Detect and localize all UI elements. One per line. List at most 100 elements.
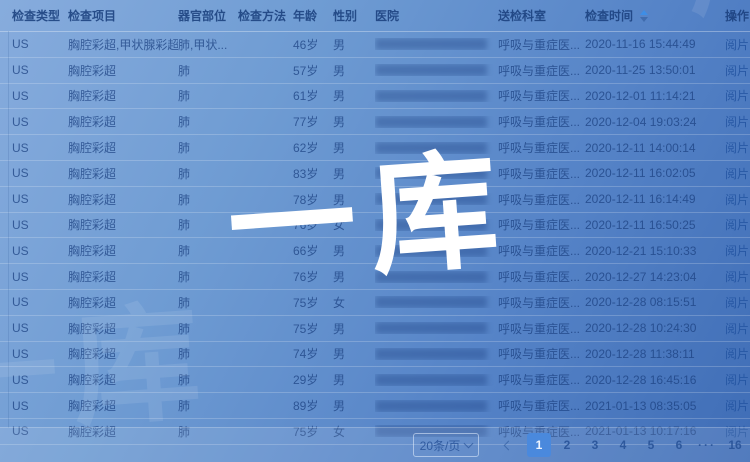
- view-film-link[interactable]: 阅片: [725, 38, 749, 52]
- cell-age: 89岁: [293, 397, 333, 414]
- cell-dept: 呼吸与重症医...: [498, 87, 585, 104]
- cell-sex: 男: [333, 345, 375, 362]
- cell-hospital: [375, 374, 498, 386]
- cell-item: 胸腔彩超: [68, 87, 178, 104]
- hospital-redacted: [375, 64, 487, 76]
- page-button-6[interactable]: 6: [667, 433, 691, 457]
- cell-dept: 呼吸与重症医...: [498, 62, 585, 79]
- cell-sex: 男: [333, 165, 375, 182]
- view-film-link[interactable]: 阅片: [725, 115, 749, 129]
- cell-hospital: [375, 219, 498, 231]
- cell-item: 胸腔彩超: [68, 165, 178, 182]
- cell-age: 66岁: [293, 242, 333, 259]
- prev-page-button[interactable]: [501, 433, 515, 457]
- fixed-column-divider: [8, 31, 9, 428]
- view-film-link[interactable]: 阅片: [725, 399, 749, 413]
- cell-sex: 男: [333, 191, 375, 208]
- view-film-link[interactable]: 阅片: [725, 270, 749, 284]
- cell-type: US: [12, 347, 68, 361]
- page-size-label: 20条/页: [420, 437, 461, 454]
- view-film-link[interactable]: 阅片: [725, 193, 749, 207]
- cell-part: 肺: [178, 113, 238, 130]
- view-film-link[interactable]: 阅片: [725, 141, 749, 155]
- cell-type: US: [12, 321, 68, 335]
- view-film-link[interactable]: 阅片: [725, 218, 749, 232]
- cell-action: 阅片: [725, 320, 750, 337]
- page-button-2[interactable]: 2: [555, 433, 579, 457]
- hospital-redacted: [375, 400, 487, 412]
- cell-part: 肺: [178, 191, 238, 208]
- table-body: US胸腔彩超,甲状腺彩超肺,甲状...46岁男呼吸与重症医...2020-11-…: [0, 32, 750, 445]
- cell-action: 阅片: [725, 62, 750, 79]
- chevron-left-icon: [503, 440, 513, 450]
- col-header-label: 检查类型: [12, 7, 60, 24]
- page-button-1[interactable]: 1: [527, 433, 551, 457]
- cell-dept: 呼吸与重症医...: [498, 320, 585, 337]
- cell-type: US: [12, 244, 68, 258]
- cell-item: 胸腔彩超: [68, 371, 178, 388]
- cell-age: 75岁: [293, 294, 333, 311]
- cell-time: 2020-12-28 10:24:30: [585, 321, 725, 335]
- cell-time: 2020-12-11 16:50:25: [585, 218, 725, 232]
- view-film-link[interactable]: 阅片: [725, 167, 749, 181]
- cell-dept: 呼吸与重症医...: [498, 242, 585, 259]
- col-header-part: 器官部位: [178, 7, 238, 24]
- page-button-5[interactable]: 5: [639, 433, 663, 457]
- cell-action: 阅片: [725, 397, 750, 414]
- col-header-label: 操作: [725, 7, 749, 24]
- cell-time: 2020-12-11 16:14:49: [585, 192, 725, 206]
- cell-hospital: [375, 90, 498, 102]
- cell-time: 2020-12-28 16:45:16: [585, 373, 725, 387]
- col-header-time[interactable]: 检查时间: [585, 7, 725, 24]
- view-film-link[interactable]: 阅片: [725, 64, 749, 78]
- cell-part: 肺: [178, 371, 238, 388]
- page-size-select[interactable]: 20条/页: [413, 433, 479, 457]
- page-button-3[interactable]: 3: [583, 433, 607, 457]
- cell-age: 78岁: [293, 191, 333, 208]
- view-film-link[interactable]: 阅片: [725, 89, 749, 103]
- cell-age: 62岁: [293, 139, 333, 156]
- cell-time: 2020-12-28 08:15:51: [585, 295, 725, 309]
- cell-type: US: [12, 295, 68, 309]
- view-film-link[interactable]: 阅片: [725, 244, 749, 258]
- page-ellipsis[interactable]: ···: [695, 433, 719, 457]
- cell-time: 2020-11-16 15:44:49: [585, 37, 725, 51]
- cell-action: 阅片: [725, 242, 750, 259]
- table-row: US胸腔彩超肺61岁男呼吸与重症医...2020-12-01 11:14:21阅…: [0, 84, 750, 110]
- col-header-label: 检查时间: [585, 7, 633, 24]
- cell-type: US: [12, 63, 68, 77]
- cell-type: US: [12, 192, 68, 206]
- cell-age: 76岁: [293, 268, 333, 285]
- table-row: US胸腔彩超肺76岁女呼吸与重症医...2020-12-11 16:50:25阅…: [0, 213, 750, 239]
- cell-part: 肺: [178, 397, 238, 414]
- cell-item: 胸腔彩超: [68, 294, 178, 311]
- view-film-link[interactable]: 阅片: [725, 347, 749, 361]
- col-header-hospital: 医院: [375, 7, 498, 24]
- page-button-last[interactable]: 16: [723, 433, 747, 457]
- view-film-link[interactable]: 阅片: [725, 373, 749, 387]
- table-row: US胸腔彩超肺89岁男呼吸与重症医...2021-01-13 08:35:05阅…: [0, 393, 750, 419]
- table-row: US胸腔彩超肺78岁男呼吸与重症医...2020-12-11 16:14:49阅…: [0, 187, 750, 213]
- hospital-redacted: [375, 38, 487, 50]
- cell-action: 阅片: [725, 268, 750, 285]
- cell-type: US: [12, 270, 68, 284]
- hospital-redacted: [375, 90, 487, 102]
- cell-hospital: [375, 167, 498, 179]
- cell-dept: 呼吸与重症医...: [498, 371, 585, 388]
- col-header-label: 器官部位: [178, 7, 226, 24]
- cell-sex: 男: [333, 268, 375, 285]
- cell-age: 46岁: [293, 36, 333, 53]
- page-button-4[interactable]: 4: [611, 433, 635, 457]
- cell-age: 83岁: [293, 165, 333, 182]
- sort-ascending-icon[interactable]: [640, 10, 648, 22]
- cell-action: 阅片: [725, 216, 750, 233]
- cell-part: 肺: [178, 345, 238, 362]
- table-row: US胸腔彩超肺57岁男呼吸与重症医...2020-11-25 13:50:01阅…: [0, 58, 750, 84]
- cell-time: 2020-12-21 15:10:33: [585, 244, 725, 258]
- view-film-link[interactable]: 阅片: [725, 322, 749, 336]
- cell-type: US: [12, 37, 68, 51]
- cell-hospital: [375, 64, 498, 76]
- view-film-link[interactable]: 阅片: [725, 296, 749, 310]
- cell-action: 阅片: [725, 87, 750, 104]
- cell-age: 29岁: [293, 371, 333, 388]
